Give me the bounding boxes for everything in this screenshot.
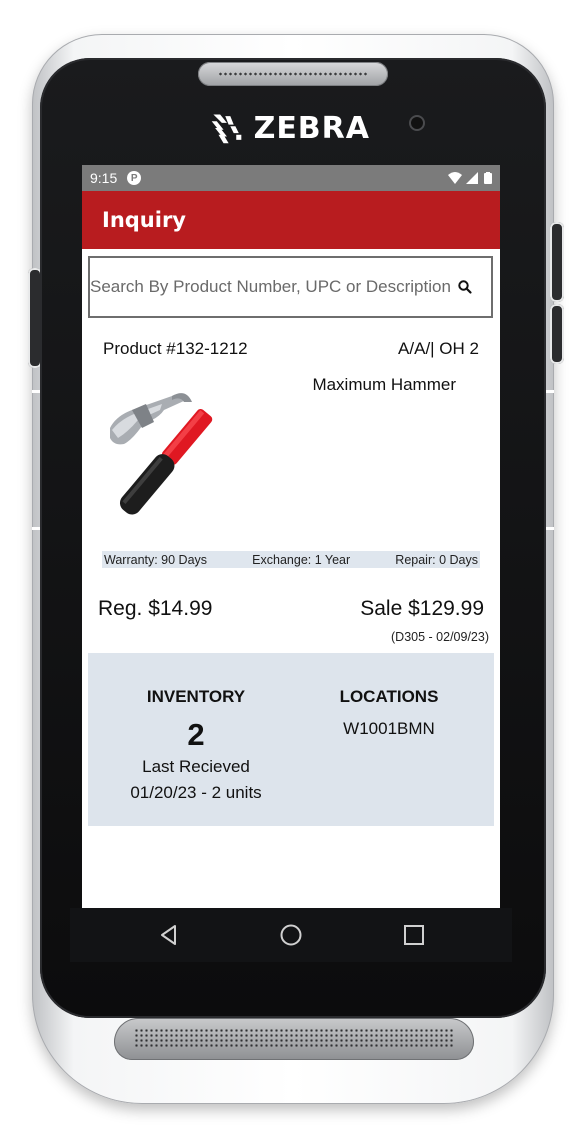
regular-price: Reg. $14.99 <box>98 597 213 620</box>
signal-icon <box>466 172 478 184</box>
notification-app-icon: P <box>127 171 142 185</box>
warranty-text: Warranty: 90 Days <box>104 552 208 567</box>
hammer-image <box>110 393 213 515</box>
page-title: Inquiry <box>102 208 186 232</box>
last-received-label: Last Recieved <box>142 757 250 776</box>
brand-logo: ZEBRA <box>210 108 370 148</box>
status-time: 9:15 <box>90 170 118 186</box>
battery-icon <box>484 172 492 184</box>
repair-text: Repair: 0 Days <box>395 552 478 567</box>
sale-note: (D305 - 02/09/23) <box>391 630 489 644</box>
app-bar: Inquiry <box>82 191 500 249</box>
navigation-bar <box>70 908 512 962</box>
earpiece-speaker <box>198 62 388 86</box>
location-item[interactable]: W1001BMN <box>304 719 474 739</box>
locations-section: LOCATIONS W1001BMN <box>304 653 474 739</box>
warranty-bar: Warranty: 90 Days Exchange: 1 Year Repai… <box>102 551 480 568</box>
search-icon[interactable] <box>457 279 473 295</box>
product-status-code: A/A/| OH 2 <box>398 339 479 358</box>
brand-name: ZEBRA <box>253 110 370 146</box>
front-camera <box>409 115 425 131</box>
wifi-icon <box>448 172 462 184</box>
volume-up-button[interactable] <box>550 222 564 302</box>
recents-icon[interactable] <box>401 922 427 948</box>
exchange-text: Exchange: 1 Year <box>252 552 351 567</box>
inventory-count: 2 <box>187 717 205 752</box>
zebra-head-icon <box>211 114 242 144</box>
status-bar: 9:15 P <box>82 165 500 191</box>
back-icon[interactable] <box>156 922 182 948</box>
volume-down-button[interactable] <box>550 304 564 364</box>
search-box[interactable] <box>88 256 493 318</box>
sale-price: Sale $129.99 <box>360 597 484 620</box>
status-icons <box>448 172 492 184</box>
bottom-speaker <box>114 1018 474 1060</box>
last-received-value: 01/20/23 - 2 units <box>130 783 262 802</box>
inventory-heading: INVENTORY <box>146 687 246 706</box>
product-name: Maximum Hammer <box>312 375 456 394</box>
inventory-section: INVENTORY 2 Last Recieved 01/20/23 - 2 u… <box>88 653 304 803</box>
screen: 9:15 P Inquiry Product #132-1212 A/A/| O… <box>82 165 500 962</box>
home-icon[interactable] <box>278 922 304 948</box>
locations-heading: LOCATIONS <box>339 687 439 706</box>
search-input[interactable] <box>90 258 450 316</box>
product-number: Product #132-1212 <box>103 339 248 358</box>
inventory-panel: INVENTORY 2 Last Recieved 01/20/23 - 2 u… <box>88 653 494 826</box>
